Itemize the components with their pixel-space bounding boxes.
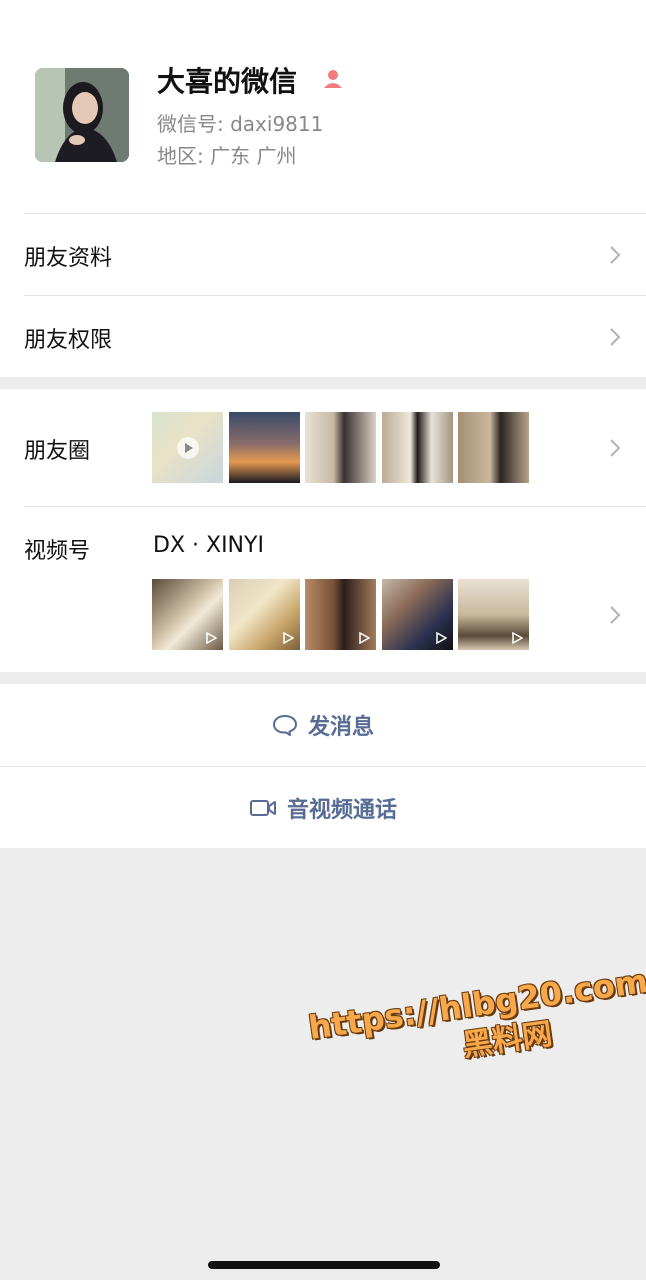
chat-bubble-icon: [272, 715, 297, 736]
watermark: https://hlbg20.com 黑料网: [306, 962, 646, 1087]
female-icon: [324, 70, 342, 88]
play-icon: [206, 632, 217, 644]
video-call-button[interactable]: 音视频通话: [0, 767, 646, 849]
row-label: 朋友权限: [24, 328, 113, 353]
moments-thumbnail: [229, 412, 300, 483]
row-label: 视频号: [24, 539, 91, 564]
moments-channels-section: 朋友圈 视频号 DX · XINYI: [0, 389, 646, 672]
row-channels[interactable]: 视频号 DX · XINYI: [0, 507, 646, 672]
chevron-right-icon: [610, 606, 621, 624]
moments-thumbnail: [382, 412, 453, 483]
send-message-label: 发消息: [307, 715, 374, 740]
region: 地区: 广东 广州: [157, 144, 297, 168]
chevron-right-icon: [610, 328, 621, 346]
moments-thumbnail: [458, 412, 529, 483]
avatar[interactable]: [35, 68, 129, 162]
chevron-right-icon: [610, 439, 621, 457]
row-label: 朋友资料: [24, 246, 113, 271]
play-icon: [436, 632, 447, 644]
channels-name: DX · XINYI: [153, 533, 264, 558]
contact-name: 大喜的微信: [157, 65, 298, 98]
play-icon: [359, 632, 370, 644]
video-camera-icon: [249, 800, 276, 816]
play-icon: [177, 437, 199, 459]
row-friend-permissions[interactable]: 朋友权限: [0, 296, 646, 377]
channels-thumbnail: [305, 579, 376, 650]
actions-section: 发消息 音视频通话: [0, 684, 646, 848]
channels-thumbnail: [458, 579, 529, 650]
send-message-button[interactable]: 发消息: [0, 684, 646, 766]
home-indicator[interactable]: [208, 1261, 440, 1269]
play-icon: [512, 632, 523, 644]
row-moments[interactable]: 朋友圈: [0, 389, 646, 506]
moments-thumbnail: [152, 412, 223, 483]
moments-thumbnail: [305, 412, 376, 483]
wechat-id: 微信号: daxi9811: [157, 112, 324, 136]
profile-header: 大喜的微信 微信号: daxi9811 地区: 广东 广州: [0, 0, 646, 214]
chevron-right-icon: [610, 246, 621, 264]
row-friend-info[interactable]: 朋友资料: [0, 214, 646, 295]
channels-thumbnail: [229, 579, 300, 650]
video-call-label: 音视频通话: [286, 798, 397, 823]
channels-thumbnail: [382, 579, 453, 650]
play-icon: [283, 632, 294, 644]
friend-settings-section: 朋友资料 朋友权限: [0, 214, 646, 377]
row-label: 朋友圈: [24, 439, 91, 464]
channels-thumbnail: [152, 579, 223, 650]
